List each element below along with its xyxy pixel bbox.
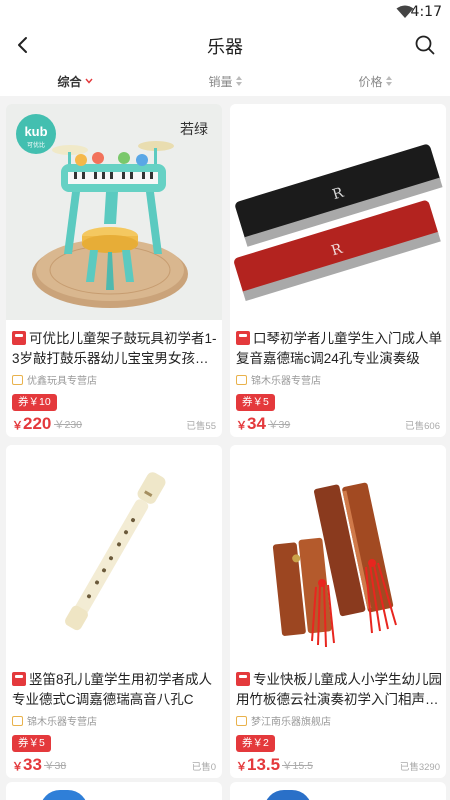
store-name: 优鑫玩具专营店 <box>27 376 97 387</box>
product-name-text: 可优比儿童架子鼓玩具初学者1-3岁敲打鼓乐器幼儿宝宝男女孩… <box>12 331 217 366</box>
currency-symbol: ￥ <box>12 420 23 432</box>
sort-tab-label: 综合 <box>57 74 82 89</box>
sort-updown-icon <box>385 76 392 86</box>
sort-bar: 综合 销量 价格 <box>0 66 450 96</box>
store-row[interactable]: 优鑫玩具专营店 <box>12 372 97 387</box>
product-price: ￥13.5 <box>236 755 280 775</box>
original-price: ￥38 <box>44 760 67 772</box>
search-icon <box>415 35 435 55</box>
tmall-badge-icon <box>12 672 26 686</box>
price-row: ￥33 ￥38 已售0 <box>12 755 216 775</box>
product-card-partial[interactable] <box>6 782 222 800</box>
product-name-text: 竖笛8孔儿童学生用初学者成人专业德式C调嘉德瑞高音八孔C调… <box>12 672 213 707</box>
product-price: ￥33 <box>12 755 42 775</box>
price-value: 220 <box>23 414 52 433</box>
coupon-badge: 券￥2 <box>236 735 275 752</box>
product-card[interactable]: R R 口琴初学者儿童学生入门成人单复音嘉德瑞c调24孔专业演奏级乐… 锦木乐器… <box>230 104 446 437</box>
shop-icon <box>236 374 247 385</box>
search-button[interactable] <box>410 30 440 60</box>
currency-symbol: ￥ <box>236 761 247 773</box>
tmall-badge-icon <box>12 331 26 345</box>
tmall-badge-icon <box>236 331 250 345</box>
original-price: ￥39 <box>268 419 291 431</box>
status-bar: 4:17 <box>0 0 450 24</box>
product-card-partial[interactable] <box>230 782 446 800</box>
tmall-badge-icon <box>236 672 250 686</box>
store-row[interactable]: 梦江南乐器旗舰店 <box>236 713 331 728</box>
product-image-partial <box>40 790 88 800</box>
sold-count: 已售0 <box>191 762 216 773</box>
product-price: ￥220 <box>12 414 51 434</box>
product-price: ￥34 <box>236 414 266 434</box>
sort-tab-comprehensive[interactable]: 综合 <box>0 66 150 96</box>
brand-logo-text: kub <box>24 124 47 139</box>
sort-tab-label: 销量 <box>208 74 233 89</box>
page-title: 乐器 <box>207 37 243 57</box>
sort-tab-label: 价格 <box>358 74 383 89</box>
product-image-drum-kit: kub 可优比 若绿 <box>6 104 222 320</box>
original-price: ￥15.5 <box>282 760 313 772</box>
product-name: 可优比儿童架子鼓玩具初学者1-3岁敲打鼓乐器幼儿宝宝男女孩… <box>12 329 218 369</box>
sort-tab-sales[interactable]: 销量 <box>150 66 300 96</box>
price-value: 33 <box>23 755 42 774</box>
price-row: ￥13.5 ￥15.5 已售3290 <box>236 755 440 775</box>
coupon-badge: 券￥10 <box>12 394 57 411</box>
store-name: 锦木乐器专营店 <box>251 376 321 387</box>
product-image-recorder <box>6 445 222 661</box>
product-card[interactable]: 专业快板儿童成人小学生幼儿园用竹板德云社演奏初学入门相声… 梦江南乐器旗舰店 券… <box>230 445 446 778</box>
product-name: 专业快板儿童成人小学生幼儿园用竹板德云社演奏初学入门相声… <box>236 670 442 710</box>
product-name: 竖笛8孔儿童学生用初学者成人专业德式C调嘉德瑞高音八孔C调… <box>12 670 218 710</box>
product-image-bamboo-clapper <box>230 445 446 661</box>
shop-icon <box>236 715 247 726</box>
sold-count: 已售55 <box>186 421 216 432</box>
store-name: 锦木乐器专营店 <box>27 717 97 728</box>
product-card[interactable]: 竖笛8孔儿童学生用初学者成人专业德式C调嘉德瑞高音八孔C调… 锦木乐器专营店 券… <box>6 445 222 778</box>
currency-symbol: ￥ <box>236 420 247 432</box>
store-name: 梦江南乐器旗舰店 <box>251 717 331 728</box>
store-row[interactable]: 锦木乐器专营店 <box>236 372 321 387</box>
product-name-text: 专业快板儿童成人小学生幼儿园用竹板德云社演奏初学入门相声… <box>236 672 442 707</box>
back-arrow-icon <box>18 37 27 53</box>
coupon-badge: 券￥5 <box>12 735 51 752</box>
brand-logo-subtext: 可优比 <box>27 141 45 149</box>
status-time: 4:17 <box>410 4 442 20</box>
shop-icon <box>12 715 23 726</box>
coupon-badge: 券￥5 <box>236 394 275 411</box>
product-card[interactable]: kub 可优比 若绿 可优比儿童架子鼓玩具初学者1-3岁敲打鼓乐器幼儿宝宝男女孩… <box>6 104 222 437</box>
product-image-harmonica: R R <box>230 104 446 320</box>
sort-updown-icon <box>235 76 242 86</box>
store-row[interactable]: 锦木乐器专营店 <box>12 713 97 728</box>
sort-tab-price[interactable]: 价格 <box>300 66 450 96</box>
product-image-partial <box>264 790 312 800</box>
shop-icon <box>12 374 23 385</box>
price-value: 34 <box>247 414 266 433</box>
original-price: ￥230 <box>54 419 83 431</box>
product-name-text: 口琴初学者儿童学生入门成人单复音嘉德瑞c调24孔专业演奏级乐… <box>236 331 442 366</box>
sold-count: 已售3290 <box>399 762 440 773</box>
product-name: 口琴初学者儿童学生入门成人单复音嘉德瑞c调24孔专业演奏级乐… <box>236 329 442 369</box>
price-row: ￥34 ￥39 已售606 <box>236 414 440 434</box>
price-value: 13.5 <box>247 755 281 774</box>
sold-count: 已售606 <box>405 421 440 432</box>
app-bar: 乐器 <box>0 24 450 66</box>
image-tag-text: 若绿 <box>180 122 208 138</box>
chevron-down-icon <box>84 78 93 84</box>
price-row: ￥220 ￥230 已售55 <box>12 414 216 434</box>
currency-symbol: ￥ <box>12 761 23 773</box>
back-button[interactable] <box>8 30 38 60</box>
